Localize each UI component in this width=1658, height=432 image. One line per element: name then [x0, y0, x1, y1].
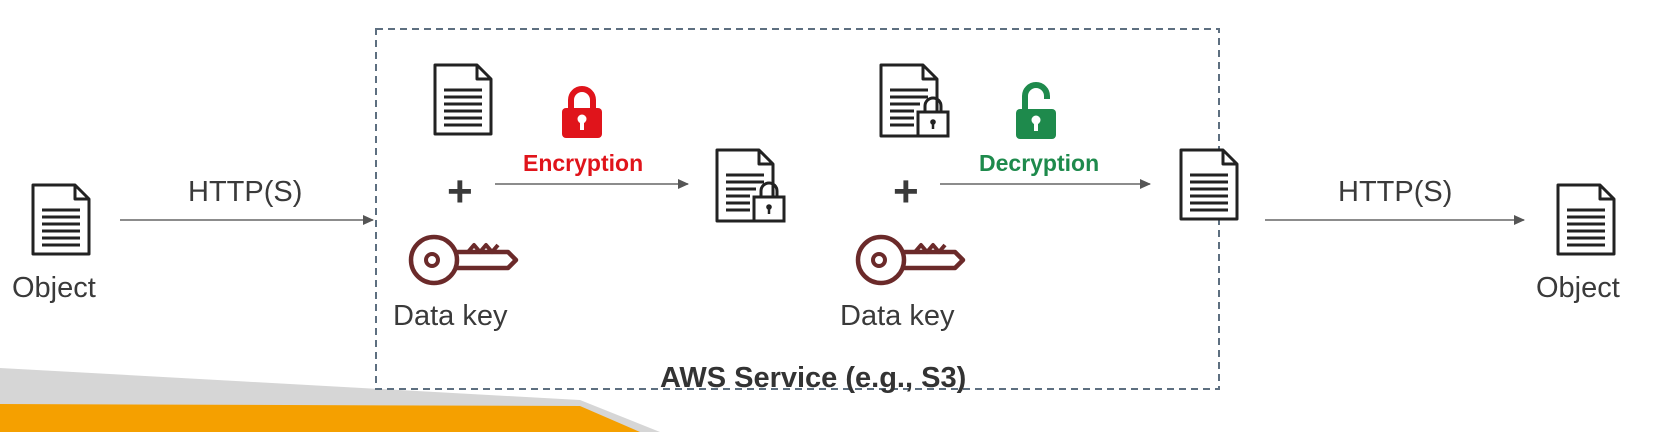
- left-object-label: Object: [12, 272, 96, 304]
- locked-document-icon: [715, 148, 786, 223]
- left-http-label: HTTP(S): [188, 176, 303, 208]
- encrypt-plus-sign: +: [447, 167, 473, 216]
- encrypt-padlock: [560, 85, 604, 144]
- encrypted-document: [714, 147, 788, 229]
- key-icon: [855, 234, 966, 286]
- decrypt-padlock: [1014, 80, 1058, 145]
- padlock-closed-icon: [562, 86, 602, 138]
- key-icon: [408, 234, 519, 286]
- document-icon: [433, 63, 493, 136]
- padlock-open-icon: [1016, 82, 1056, 139]
- decryption-label: Decryption: [979, 150, 1100, 176]
- encrypt-input-document: [432, 62, 494, 142]
- decrypted-document: [1178, 147, 1240, 227]
- right-object-label: Object: [1536, 272, 1620, 304]
- left-object: [30, 182, 92, 257]
- encryption-label: Encryption: [523, 150, 644, 176]
- document-icon: [1556, 183, 1616, 256]
- decrypt-data-key-label: Data key: [840, 300, 955, 332]
- right-object: [1555, 182, 1617, 262]
- encrypt-data-key-label: Data key: [393, 300, 508, 332]
- decrypt-plus-sign: +: [893, 167, 919, 216]
- document-icon: [31, 183, 91, 256]
- decrypt-input-document: [878, 62, 952, 144]
- decrypt-data-key: [855, 232, 967, 293]
- service-box-title: AWS Service (e.g., S3): [660, 362, 967, 394]
- right-http-label: HTTP(S): [1338, 176, 1453, 208]
- locked-document-icon: [879, 63, 950, 138]
- document-icon: [1179, 148, 1239, 221]
- encrypt-data-key: [408, 232, 520, 293]
